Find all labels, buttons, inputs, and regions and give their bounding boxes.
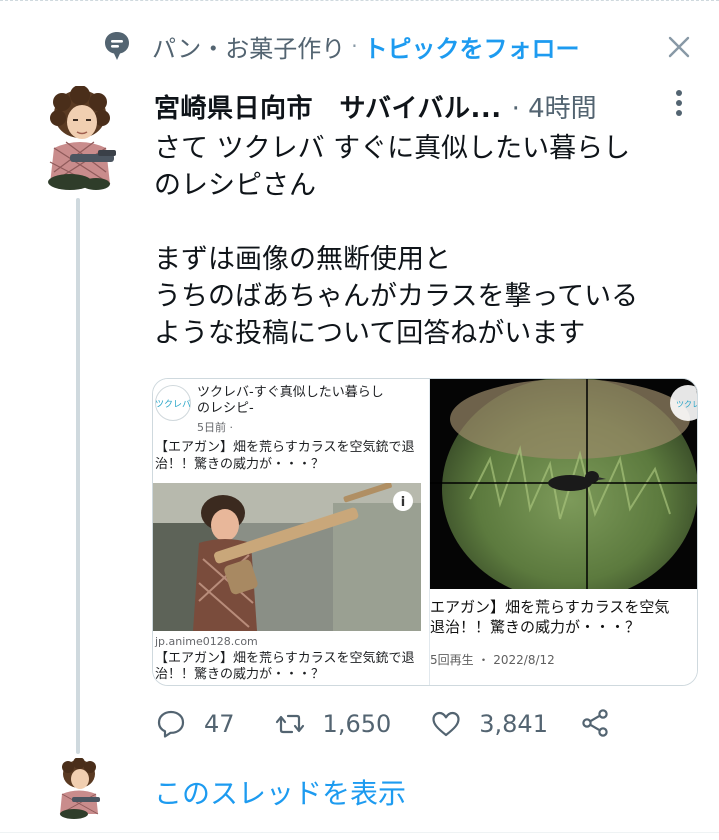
fb-page-name-line1: ツクレバ-すぐ真似したい暮らし bbox=[197, 385, 384, 400]
show-thread-link[interactable]: このスレッドを表示 bbox=[154, 772, 406, 812]
fb-caption-line1: 【エアガン】畑を荒らすカラスを空気銃で退 bbox=[155, 440, 415, 455]
tweet-media: ツクレバ ツクレバ-すぐ真似したい暮らし のレシピ- 5日前 · 【エアガン】畑… bbox=[152, 378, 698, 686]
thread-connector-line bbox=[76, 198, 80, 754]
video-title: エアガン】畑を荒らすカラスを空気 退治！！驚きの威力が・・・？ bbox=[430, 597, 697, 637]
info-badge-text: i bbox=[401, 495, 405, 510]
tweet-actions: 47 1,650 3,841 bbox=[156, 704, 588, 744]
tweet-text-blank-line bbox=[154, 204, 704, 241]
avatar-illustration-small bbox=[59, 758, 100, 819]
tweet-body: さて ツクレバ すぐに真似したい暮らし のレシピさん まずは画像の無断使用と う… bbox=[154, 130, 704, 352]
video-title-line2: 退治！！驚きの威力が・・・？ bbox=[430, 618, 641, 636]
tweet-timestamp[interactable]: · 4時間 bbox=[512, 88, 597, 125]
reply-icon bbox=[157, 710, 185, 738]
channel-logo-text: ツクレ bbox=[676, 400, 698, 409]
fb-page-name-line2: のレシピ- bbox=[197, 401, 254, 416]
link-domain: jp.anime0128.com bbox=[155, 635, 258, 648]
fb-post-caption: 【エアガン】畑を荒らすカラスを空気銃で退 治！！驚きの威力が・・・？ bbox=[155, 439, 419, 473]
grandma-airgun-photo: i bbox=[153, 483, 421, 631]
author-name[interactable]: 宮崎県日向市 サバイバル... bbox=[154, 88, 502, 125]
top-divider bbox=[0, 0, 719, 4]
fb-post-header: ツクレバ ツクレバ-すぐ真似したい暮らし のレシピ- 5日前 · bbox=[153, 379, 421, 437]
topic-bubble-icon bbox=[105, 32, 129, 60]
link-title-line1: 【エアガン】畑を荒らすカラスを空気銃で退 bbox=[155, 651, 415, 666]
tweet-text-line: ような投稿について回答ねがいます bbox=[154, 318, 586, 349]
fb-caption-line2: 治！！驚きの威力が・・・？ bbox=[155, 457, 325, 472]
page-logo: ツクレバ bbox=[155, 385, 191, 421]
page-logo-text: ツクレバ bbox=[156, 399, 190, 410]
reply-button[interactable]: 47 bbox=[156, 709, 235, 739]
topic-header: パン・お菓子作り · トピックをフォロー bbox=[104, 28, 580, 64]
avatar-illustration bbox=[48, 86, 116, 190]
video-meta: 5回再生 ・ 2022/8/12 bbox=[430, 653, 555, 667]
fb-post-time: 5日前 · bbox=[197, 421, 233, 434]
topic-name[interactable]: パン・お菓子作り bbox=[152, 29, 345, 64]
fb-page-name: ツクレバ-すぐ真似したい暮らし のレシピ- bbox=[197, 385, 384, 417]
author-avatar[interactable] bbox=[40, 86, 120, 194]
tweet-text-line: まずは画像の無断使用と bbox=[154, 244, 451, 275]
share-icon[interactable] bbox=[580, 708, 610, 738]
retweet-icon bbox=[275, 714, 304, 734]
tweet-text-line: うちのばあちゃんがカラスを撃っている bbox=[154, 281, 639, 312]
tweet-text-line: のレシピさん bbox=[154, 170, 316, 201]
heart-icon bbox=[432, 711, 460, 737]
close-icon[interactable] bbox=[664, 32, 694, 62]
media-image-facebook-screenshot[interactable]: ツクレバ ツクレバ-すぐ真似したい暮らし のレシピ- 5日前 · 【エアガン】畑… bbox=[153, 379, 427, 685]
link-title: 【エアガン】畑を荒らすカラスを空気銃で退 治！！驚きの威力が・・・？ bbox=[155, 651, 419, 683]
like-button[interactable]: 3,841 bbox=[431, 709, 548, 739]
tweet-header: 宮崎県日向市 サバイバル... · 4時間 bbox=[154, 86, 597, 126]
bottom-divider bbox=[0, 832, 719, 833]
thread-avatar[interactable] bbox=[54, 758, 104, 820]
like-count: 3,841 bbox=[479, 710, 548, 738]
follow-topic-link[interactable]: トピックをフォロー bbox=[364, 29, 580, 64]
reply-count: 47 bbox=[204, 710, 235, 738]
scope-view-video-thumbnail: ツクレ bbox=[430, 379, 698, 589]
retweet-count: 1,650 bbox=[322, 710, 392, 738]
retweet-button[interactable]: 1,650 bbox=[275, 709, 392, 739]
video-title-line1: エアガン】畑を荒らすカラスを空気 bbox=[430, 598, 670, 616]
media-image-video-screenshot[interactable]: ツクレ エアガン】畑を荒らすカラスを空気 退治！！驚きの威力が・・・？ 5回再生… bbox=[429, 379, 698, 685]
tweet-text-line: さて ツクレバ すぐに真似したい暮らし bbox=[154, 133, 631, 164]
link-title-line2: 治！！驚きの威力が・・・？ bbox=[155, 667, 325, 682]
more-options-icon[interactable] bbox=[672, 88, 686, 118]
topic-separator: · bbox=[351, 34, 358, 58]
